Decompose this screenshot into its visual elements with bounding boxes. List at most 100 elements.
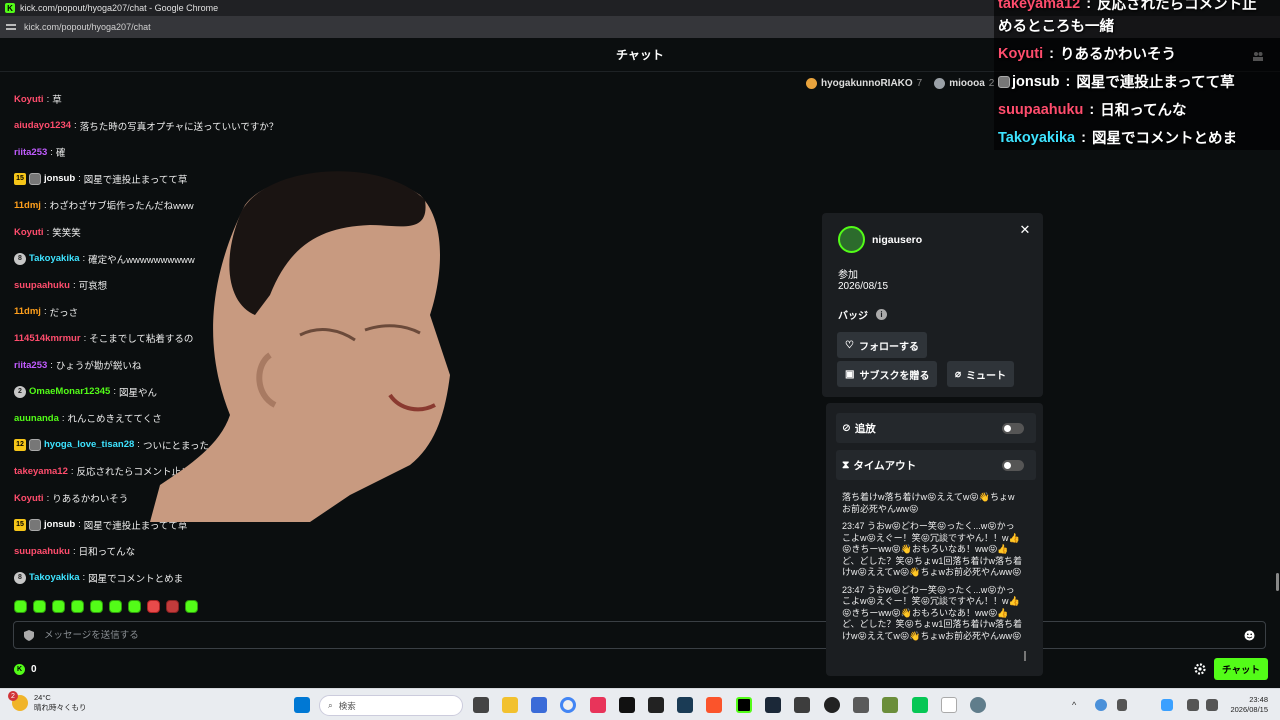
chevron-up-icon[interactable]: ^ [1072, 700, 1082, 710]
app-icon[interactable] [677, 697, 693, 713]
send-chat-button[interactable]: チャット [1214, 658, 1268, 680]
chat-username[interactable]: Takoyakika [29, 572, 80, 583]
subscriber-badge[interactable]: 15 [14, 172, 26, 185]
channel-points-icon[interactable]: K [14, 663, 25, 675]
gifter-badge[interactable]: 2 [14, 385, 26, 398]
timeout-row[interactable]: ⧗ タイムアウト [836, 450, 1036, 480]
separator: : [50, 359, 53, 371]
chat-username[interactable]: Koyuti [14, 227, 44, 238]
log-entry: 23:47 うおw😝どわー笑😝ったく...w😝かっこよw😝えぐー！笑😝冗談ですや… [842, 584, 1022, 641]
chat-username[interactable]: aiudayo1234 [14, 120, 71, 131]
emote-icon[interactable] [128, 600, 141, 613]
steam-icon[interactable] [765, 697, 781, 713]
separator: : [46, 93, 50, 105]
emote-icon[interactable] [147, 600, 160, 613]
close-icon[interactable]: ✕ [1018, 223, 1032, 237]
settings-app-icon[interactable] [970, 697, 986, 713]
separator: : [50, 146, 53, 158]
chat-input-box[interactable] [13, 621, 1266, 649]
kick-app-icon[interactable] [736, 697, 752, 713]
user-card-username[interactable]: nigausero [872, 234, 922, 246]
chat-username[interactable]: takeyama12 [14, 466, 68, 477]
follow-button[interactable]: ♡ フォローする [837, 332, 927, 358]
minecraft-icon[interactable] [882, 697, 898, 713]
network-icon[interactable] [1187, 699, 1199, 711]
brave-icon[interactable] [706, 697, 722, 713]
gift-sub-button[interactable]: ▣ サブスクを贈る [837, 361, 938, 387]
emote-icon[interactable] [33, 600, 46, 613]
chat-username[interactable]: Takoyakika [29, 253, 80, 264]
obs-icon[interactable] [824, 697, 840, 713]
emote-badge-icon[interactable] [29, 172, 41, 185]
chat-username[interactable]: hyoga_love_tisan28 [44, 439, 134, 450]
subscriber-badge[interactable]: 15 [14, 518, 26, 531]
page-scrollbar[interactable] [1276, 573, 1279, 591]
gifter-badge[interactable]: 8 [14, 571, 26, 584]
timeout-toggle[interactable] [1002, 460, 1024, 471]
leaderboard-item[interactable]: hyogakunnoRIAKO 7 [806, 77, 922, 89]
emote-icon[interactable] [185, 600, 198, 613]
chat-username[interactable]: 114514kmrmur [14, 333, 81, 344]
ban-toggle[interactable] [1002, 423, 1024, 434]
chat-message-input[interactable] [44, 629, 1244, 641]
emote-badge-icon[interactable] [29, 518, 41, 531]
file-explorer-icon[interactable] [502, 697, 518, 713]
start-icon[interactable] [294, 697, 310, 713]
subscriber-badge[interactable]: 12 [14, 438, 26, 451]
chat-username[interactable]: riita253 [14, 360, 47, 371]
chat-username[interactable]: suupaahuku [14, 546, 70, 557]
mute-button[interactable]: ⌀ ミュート [947, 361, 1015, 387]
system-clock[interactable]: 23:48 2026/08/15 [1226, 695, 1268, 715]
emote-badge-icon[interactable] [29, 438, 41, 451]
chat-username[interactable]: riita253 [14, 147, 47, 158]
chat-username[interactable]: auunanda [14, 413, 59, 424]
chat-message: suupaahuku: 日和ってんな [14, 544, 135, 559]
app-icon[interactable] [941, 697, 957, 713]
leaderboard-item[interactable]: mioooa 2 [934, 77, 994, 89]
ban-row[interactable]: ⊘ 追放 [836, 413, 1036, 443]
app-icon[interactable] [531, 697, 547, 713]
weather-widget[interactable]: 2 24°C 晴れ時々くもり [8, 691, 87, 713]
gifter-badge[interactable]: 8 [14, 252, 26, 265]
emote-icon[interactable] [14, 600, 27, 613]
info-icon[interactable]: i [876, 309, 887, 320]
chrome-icon[interactable] [560, 697, 576, 713]
tray-icon[interactable] [1161, 699, 1173, 711]
chat-username[interactable]: suupaahuku [14, 280, 70, 291]
separator: : [43, 199, 47, 211]
app-icon[interactable] [853, 697, 869, 713]
emote-icon[interactable] [71, 600, 84, 613]
taskbar-search[interactable]: ⌕ 検索 [319, 695, 463, 716]
tray-icon[interactable] [1095, 699, 1107, 711]
gear-icon[interactable] [1194, 663, 1206, 675]
chat-username[interactable]: 11dmj [14, 306, 41, 317]
chat-username[interactable]: Koyuti [14, 493, 44, 504]
emote-icon[interactable] [52, 600, 65, 613]
volume-icon[interactable] [1206, 699, 1218, 711]
log-scrollbar[interactable] [1024, 651, 1026, 661]
separator: : [74, 120, 77, 132]
shield-icon[interactable] [24, 629, 34, 641]
gift-badge-icon [806, 77, 817, 89]
emoji-picker-icon[interactable] [1244, 630, 1255, 641]
app-icon[interactable] [794, 697, 810, 713]
emote-icon[interactable] [109, 600, 122, 613]
app-icon[interactable] [648, 697, 664, 713]
task-view-icon[interactable] [473, 697, 489, 713]
site-settings-icon[interactable] [6, 22, 16, 32]
app-icon[interactable] [590, 697, 606, 713]
chat-username[interactable]: jonsub [44, 519, 75, 530]
emote-icon[interactable] [90, 600, 103, 613]
overlay-chat-line: めるところも一緒 [998, 15, 1114, 36]
chat-username[interactable]: OmaeMonar12345 [29, 386, 110, 397]
chat-username[interactable]: Koyuti [14, 94, 44, 105]
search-icon: ⌕ [328, 700, 333, 710]
line-icon[interactable] [912, 697, 928, 713]
separator: : [83, 332, 87, 344]
emote-icon[interactable] [166, 600, 179, 613]
tiktok-icon[interactable] [619, 697, 635, 713]
chat-username[interactable]: 11dmj [14, 200, 41, 211]
microphone-icon[interactable] [1117, 699, 1127, 711]
chat-username[interactable]: jonsub [44, 173, 75, 184]
url-text[interactable]: kick.com/popout/hyoga207/chat [24, 22, 151, 32]
